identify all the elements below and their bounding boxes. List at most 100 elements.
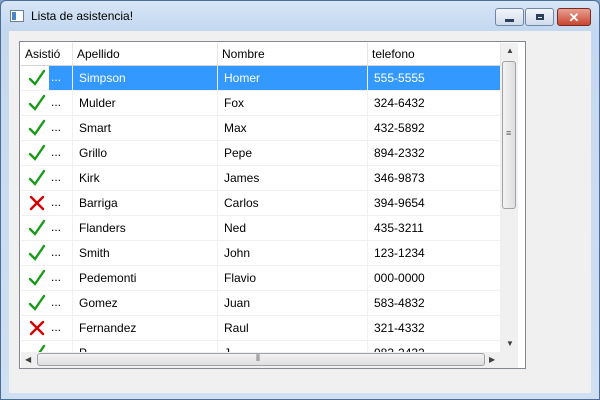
checkmark-icon xyxy=(28,144,46,161)
table-row[interactable]: ... Smith John 123-1234 xyxy=(21,241,501,266)
ellipsis-text: ... xyxy=(51,245,62,259)
cell-telefono[interactable]: 123-1234 xyxy=(368,241,501,265)
cell-nombre[interactable]: Juan xyxy=(218,291,368,315)
cell-apellido[interactable]: Smith xyxy=(73,241,218,265)
attendance-cell[interactable]: ... xyxy=(21,141,73,165)
ellipsis-text: ... xyxy=(51,170,62,184)
cell-nombre[interactable]: Pepe xyxy=(218,141,368,165)
cell-apellido[interactable]: Fernandez xyxy=(73,316,218,340)
table-row[interactable]: ... PJ983-2432 xyxy=(21,341,501,352)
cell-telefono[interactable]: 346-9873 xyxy=(368,166,501,190)
column-header-telefono[interactable]: telefono xyxy=(368,43,501,65)
checkmark-icon xyxy=(28,269,46,286)
scroll-right-icon[interactable]: ▶ xyxy=(489,355,495,365)
cell-telefono[interactable]: 432-5892 xyxy=(368,116,501,140)
maximize-icon xyxy=(535,14,544,20)
ellipsis-text: ... xyxy=(51,345,62,352)
table-row[interactable]: ... Smart Max 432-5892 xyxy=(21,116,501,141)
table-row[interactable]: ... Flanders Ned 435-3211 xyxy=(21,216,501,241)
cell-apellido[interactable]: Smart xyxy=(73,116,218,140)
checkmark-icon xyxy=(28,119,46,136)
attendance-cell[interactable]: ... xyxy=(21,66,73,90)
cell-nombre[interactable]: Homer xyxy=(218,66,368,90)
table-row[interactable]: ... Mulder Fox 324-6432 xyxy=(21,91,501,116)
cell-nombre[interactable]: Max xyxy=(218,116,368,140)
cell-apellido[interactable]: Barriga xyxy=(73,191,218,215)
checkmark-icon xyxy=(28,169,46,186)
cell-telefono[interactable]: 000-0000 xyxy=(368,266,501,290)
app-window: Lista de asistencia! ✕ Asistió Apellido … xyxy=(0,0,600,400)
window-icon xyxy=(10,10,24,22)
cell-telefono[interactable]: 435-3211 xyxy=(368,216,501,240)
minimize-icon xyxy=(505,18,514,22)
close-icon: ✕ xyxy=(568,9,580,25)
attendance-cell[interactable]: ... xyxy=(21,116,73,140)
attendance-cell[interactable]: ... xyxy=(21,191,73,215)
attendance-cell[interactable]: ... xyxy=(21,266,73,290)
cell-nombre[interactable]: J xyxy=(218,341,368,352)
column-header-apellido[interactable]: Apellido xyxy=(73,43,218,65)
cell-apellido[interactable]: Flanders xyxy=(73,216,218,240)
table-row[interactable]: ... Barriga Carlos 394-9654 xyxy=(21,191,501,216)
window-title: Lista de asistencia! xyxy=(31,9,134,23)
attendance-cell[interactable]: ... xyxy=(21,241,73,265)
scroll-up-icon[interactable]: ▲ xyxy=(506,46,514,56)
table-row[interactable]: ... Grillo Pepe 894-2332 xyxy=(21,141,501,166)
ellipsis-text: ... xyxy=(49,66,72,90)
cell-nombre[interactable]: Raul xyxy=(218,316,368,340)
attendance-cell[interactable]: ... xyxy=(21,341,73,352)
cell-apellido[interactable]: Mulder xyxy=(73,91,218,115)
cell-nombre[interactable]: James xyxy=(218,166,368,190)
table-row[interactable]: ... Fernandez Raul 321-4332 xyxy=(21,316,501,341)
ellipsis-text: ... xyxy=(51,220,62,234)
checkmark-icon xyxy=(38,344,46,352)
column-header-nombre[interactable]: Nombre xyxy=(218,43,368,65)
horizontal-scrollbar[interactable]: ◀ ⦀ ▶ xyxy=(21,352,501,368)
column-header-asistio[interactable]: Asistió xyxy=(21,43,73,65)
table-row[interactable]: ... Pedemonti Flavio 000-0000 xyxy=(21,266,501,291)
cell-telefono[interactable]: 324-6432 xyxy=(368,91,501,115)
scroll-left-icon[interactable]: ◀ xyxy=(25,355,31,365)
cell-telefono[interactable]: 894-2332 xyxy=(368,141,501,165)
cell-apellido[interactable]: P xyxy=(73,341,218,352)
attendance-cell[interactable]: ... xyxy=(21,291,73,315)
cell-nombre[interactable]: Carlos xyxy=(218,191,368,215)
ellipsis-text: ... xyxy=(51,195,62,209)
maximize-button[interactable] xyxy=(525,8,554,26)
ellipsis-text: ... xyxy=(51,270,62,284)
horizontal-scroll-thumb[interactable]: ⦀ xyxy=(37,353,485,366)
cell-apellido[interactable]: Kirk xyxy=(73,166,218,190)
checkmark-icon xyxy=(28,294,46,311)
table-header: Asistió Apellido Nombre telefono xyxy=(21,43,501,66)
scroll-down-icon[interactable]: ▼ xyxy=(506,339,514,349)
attendance-cell[interactable]: ... xyxy=(21,166,73,190)
cell-telefono[interactable]: 321-4332 xyxy=(368,316,501,340)
cell-apellido[interactable]: Grillo xyxy=(73,141,218,165)
table-row[interactable]: ... Simpson Homer 555-5555 xyxy=(21,66,501,91)
cell-telefono[interactable]: 394-9654 xyxy=(368,191,501,215)
cell-nombre[interactable]: Flavio xyxy=(218,266,368,290)
table-row[interactable]: ... Kirk James 346-9873 xyxy=(21,166,501,191)
cell-apellido[interactable]: Gomez xyxy=(73,291,218,315)
cell-apellido[interactable]: Pedemonti xyxy=(73,266,218,290)
attendance-cell[interactable]: ... xyxy=(21,316,73,340)
attendance-cell[interactable]: ... xyxy=(21,91,73,115)
cell-nombre[interactable]: Fox xyxy=(218,91,368,115)
attendance-cell[interactable]: ... xyxy=(21,216,73,240)
title-bar[interactable]: Lista de asistencia! ✕ xyxy=(1,1,599,31)
vertical-scroll-thumb[interactable]: ≡ xyxy=(502,61,516,209)
attendance-table[interactable]: Asistió Apellido Nombre telefono ... Simp… xyxy=(21,43,501,352)
cell-nombre[interactable]: John xyxy=(218,241,368,265)
cell-apellido[interactable]: Simpson xyxy=(73,66,218,90)
cross-icon xyxy=(29,320,45,336)
cell-nombre[interactable]: Ned xyxy=(218,216,368,240)
table-row[interactable]: ... Gomez Juan 583-4832 xyxy=(21,291,501,316)
vertical-scrollbar[interactable]: ▲ ≡ ▼ xyxy=(501,43,518,352)
window-client-area: Asistió Apellido Nombre telefono ... Simp… xyxy=(9,31,591,393)
close-button[interactable]: ✕ xyxy=(557,8,591,26)
cell-telefono[interactable]: 583-4832 xyxy=(368,291,501,315)
minimize-button[interactable] xyxy=(495,8,524,26)
cell-telefono[interactable]: 555-5555 xyxy=(368,66,501,90)
checkmark-icon xyxy=(28,244,46,261)
cell-telefono[interactable]: 983-2432 xyxy=(368,341,501,352)
